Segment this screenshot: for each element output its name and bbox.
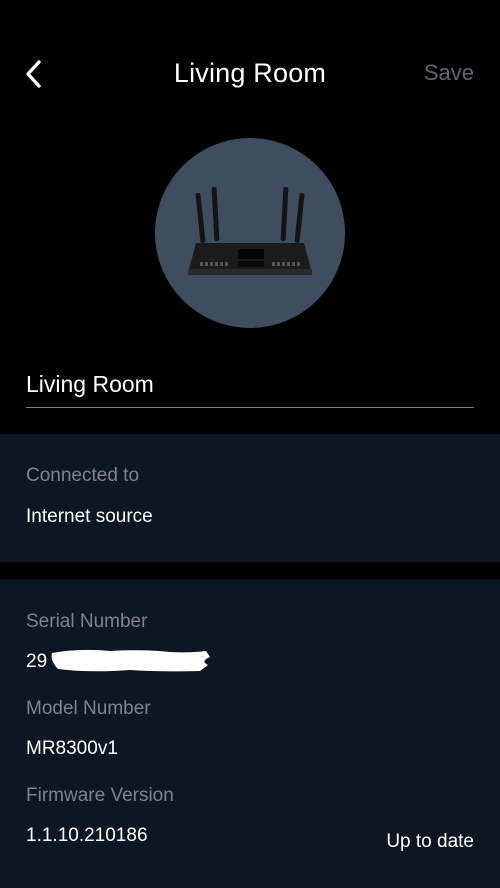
connected-to-value: Internet source <box>26 506 153 527</box>
model-number-label: Model Number <box>26 698 151 719</box>
firmware-status: Up to date <box>386 831 474 852</box>
router-icon <box>188 186 312 275</box>
header: Living Room Save <box>0 0 500 140</box>
connected-to-label: Connected to <box>26 465 140 486</box>
save-button[interactable]: Save <box>424 60 474 86</box>
node-settings-screen: Living Room Save Living Room Connected t… <box>0 0 500 888</box>
redaction-mark <box>51 649 210 672</box>
firmware-version-label: Firmware Version <box>26 785 174 806</box>
node-name-field[interactable] <box>26 366 474 408</box>
firmware-version-value: 1.1.10.210186 <box>26 825 148 846</box>
serial-number-label: Serial Number <box>26 611 148 632</box>
model-number-value: MR8300v1 <box>26 738 118 759</box>
device-avatar <box>155 138 345 328</box>
node-name-input[interactable] <box>26 371 474 398</box>
serial-number-value: 29 <box>26 651 48 672</box>
connection-card <box>0 434 500 562</box>
